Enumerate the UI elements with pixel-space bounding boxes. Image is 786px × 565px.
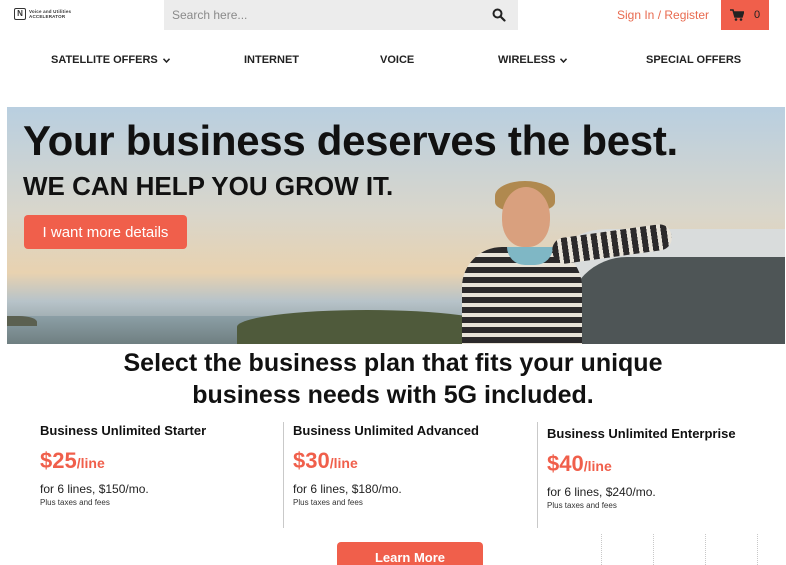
chevron-down-icon <box>560 57 568 63</box>
decorative-dotted-line <box>653 534 654 565</box>
nav-item-voice[interactable]: VOICE <box>380 54 414 66</box>
hero-car-window <box>567 257 785 344</box>
plan-price: $40 /line <box>547 451 786 477</box>
search-icon[interactable] <box>492 8 506 22</box>
nav-item-wireless[interactable]: WIRELESS <box>498 54 568 66</box>
plan-lines: for 6 lines, $150/mo. <box>40 482 149 496</box>
plan-card-enterprise: Business Unlimited Enterprise $40 /line … <box>547 426 786 531</box>
plan-divider <box>537 422 538 528</box>
more-details-button[interactable]: I want more details <box>24 215 187 249</box>
search-input[interactable] <box>172 8 472 22</box>
plan-lines: for 6 lines, $240/mo. <box>547 485 656 499</box>
plan-price-amount: $25 <box>40 448 77 473</box>
hero-banner: Your business deserves the best. WE CAN … <box>7 107 785 344</box>
plan-name: Business Unlimited Enterprise <box>547 426 736 441</box>
hero-person-head <box>502 187 550 247</box>
learn-more-button[interactable]: Learn More <box>337 542 483 565</box>
plan-tax-note: Plus taxes and fees <box>547 501 617 510</box>
nav-item-internet[interactable]: INTERNET <box>244 54 299 66</box>
cart-button[interactable]: 0 <box>721 0 769 30</box>
plan-price: $30 /line <box>293 448 543 474</box>
cart-count: 0 <box>753 9 761 21</box>
decorative-dotted-line <box>601 534 602 565</box>
plans-title: Select the business plan that fits your … <box>0 347 786 411</box>
brand-logo-line-2: ACCELERATOR <box>29 14 66 19</box>
plan-price-unit: /line <box>583 458 612 474</box>
nav-item-satellite-offers[interactable]: SATELLITE OFFERS <box>51 54 170 66</box>
plans-title-line-2: business needs with 5G included. <box>192 381 594 409</box>
plan-lines: for 6 lines, $180/mo. <box>293 482 402 496</box>
nav-item-label: VOICE <box>380 54 415 66</box>
nav-item-special-offers[interactable]: SPECIAL OFFERS <box>646 54 741 66</box>
decorative-dotted-line <box>705 534 706 565</box>
nav-item-label: SPECIAL OFFERS <box>646 54 742 66</box>
plan-divider <box>283 422 284 528</box>
hero-cliff <box>7 316 37 326</box>
main-nav: SATELLITE OFFERS INTERNET VOICE WIRELESS… <box>0 54 786 70</box>
nav-item-label: SATELLITE OFFERS <box>51 54 158 66</box>
plan-tax-note: Plus taxes and fees <box>40 498 110 507</box>
hero-subheadline: WE CAN HELP YOU GROW IT. <box>23 171 394 201</box>
plan-card-starter: Business Unlimited Starter $25 /line for… <box>40 423 290 528</box>
nav-item-label: WIRELESS <box>498 54 556 66</box>
signin-register-link[interactable]: Sign In / Register <box>617 8 709 22</box>
plans-title-line-1: Select the business plan that fits your … <box>123 349 663 377</box>
hero-hill <box>237 310 497 344</box>
plan-price-amount: $40 <box>547 451 584 476</box>
nav-item-label: INTERNET <box>244 54 299 66</box>
plan-price-unit: /line <box>329 455 358 471</box>
cart-icon <box>729 9 744 21</box>
plan-name: Business Unlimited Starter <box>40 423 207 438</box>
hero-headline: Your business deserves the best. <box>23 117 678 164</box>
plan-price: $25 /line <box>40 448 290 474</box>
decorative-dotted-line <box>757 534 758 565</box>
plan-price-amount: $30 <box>293 448 330 473</box>
plan-tax-note: Plus taxes and fees <box>293 498 363 507</box>
chevron-down-icon <box>162 57 170 63</box>
plan-name: Business Unlimited Advanced <box>293 423 479 438</box>
plan-card-advanced: Business Unlimited Advanced $30 /line fo… <box>293 423 543 528</box>
brand-logo-text: Voice and Utilities ACCELERATOR <box>29 9 71 19</box>
plan-price-unit: /line <box>76 455 105 471</box>
brand-logo[interactable]: N Voice and Utilities ACCELERATOR <box>14 8 71 20</box>
brand-logo-icon: N <box>14 8 26 20</box>
search-bar <box>164 0 518 30</box>
